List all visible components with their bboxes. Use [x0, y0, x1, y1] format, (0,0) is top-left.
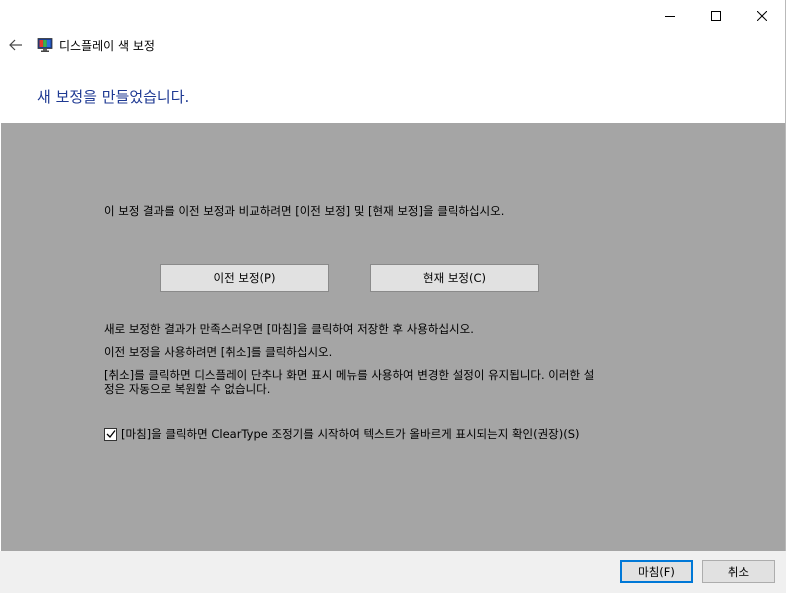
- cleartype-option[interactable]: [마침]을 클릭하면 ClearType 조정기를 시작하여 텍스트가 올바르게…: [104, 426, 580, 442]
- current-calibration-button[interactable]: 현재 보정(C): [370, 264, 539, 292]
- previous-calibration-button[interactable]: 이전 보정(P): [160, 264, 329, 292]
- compare-instruction: 이 보정 결과를 이전 보정과 비교하려면 [이전 보정] 및 [현재 보정]을…: [104, 204, 505, 218]
- display-color-calibration-window: 디스플레이 색 보정 새 보정을 만들었습니다. 이 보정 결과를 이전 보정과…: [0, 0, 786, 593]
- maximize-icon: [711, 11, 721, 21]
- window-title: 디스플레이 색 보정: [59, 39, 155, 53]
- close-button[interactable]: [739, 0, 785, 32]
- minimize-icon: [665, 16, 675, 17]
- cleartype-checkbox-label[interactable]: [마침]을 클릭하면 ClearType 조정기를 시작하여 텍스트가 올바르게…: [121, 426, 580, 442]
- caption-buttons: [647, 0, 785, 32]
- finish-button[interactable]: 마침(F): [620, 560, 693, 583]
- page-heading: 새 보정을 만들었습니다.: [37, 88, 190, 106]
- cancel-warning-line-2: 정은 자동으로 복원할 수 없습니다.: [104, 382, 271, 396]
- back-arrow-icon: [9, 39, 22, 51]
- cancel-button[interactable]: 취소: [702, 560, 775, 583]
- monitor-color-icon: [37, 38, 53, 52]
- navigation-bar: 디스플레이 색 보정: [0, 33, 785, 57]
- cancel-instruction: 이전 보정을 사용하려면 [취소]를 클릭하십시오.: [104, 345, 333, 359]
- maximize-button[interactable]: [693, 0, 739, 32]
- checkmark-icon: [106, 430, 116, 438]
- dialog-footer: 마침(F) 취소: [0, 551, 786, 593]
- cleartype-checkbox[interactable]: [104, 427, 117, 441]
- minimize-button[interactable]: [647, 0, 693, 32]
- finish-instruction: 새로 보정한 결과가 만족스러우면 [마침]을 클릭하여 저장한 후 사용하십시…: [104, 322, 474, 336]
- back-button[interactable]: [6, 35, 26, 55]
- close-icon: [757, 11, 767, 21]
- content-panel: 이 보정 결과를 이전 보정과 비교하려면 [이전 보정] 및 [현재 보정]을…: [1, 123, 785, 551]
